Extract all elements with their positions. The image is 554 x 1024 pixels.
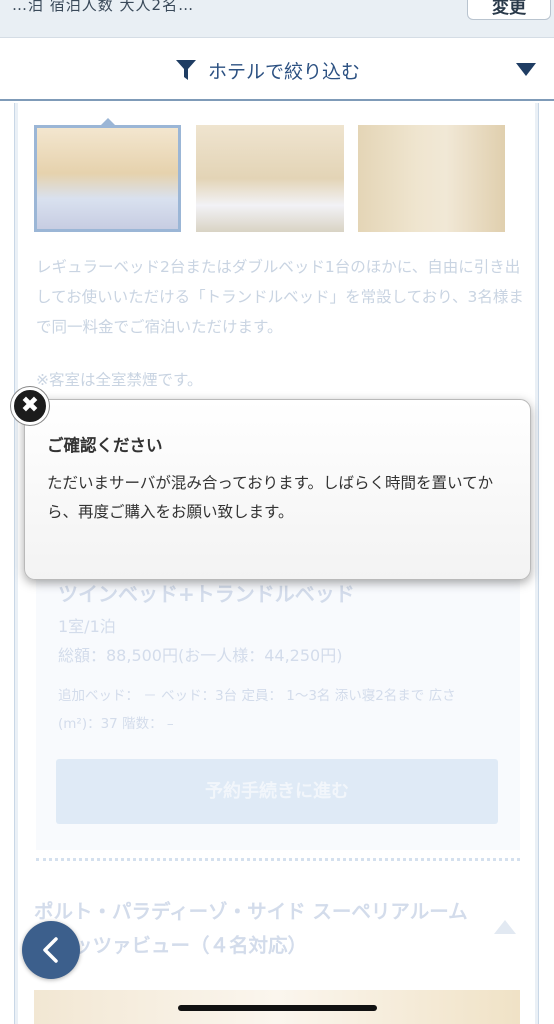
change-button[interactable]: 変更 bbox=[467, 0, 551, 20]
plan-spec: 追加ベッド： － ベッド：3台 定員： 1～3名 添い寝2名まで 広さ(m²)：… bbox=[58, 688, 456, 732]
plan-unit: 1室/1泊 bbox=[58, 617, 116, 636]
room-photo-thumb[interactable] bbox=[196, 125, 344, 232]
home-indicator[interactable] bbox=[178, 1005, 377, 1011]
section-divider bbox=[36, 858, 520, 861]
collapse-arrow-icon[interactable] bbox=[494, 920, 516, 934]
top-bar: …泊 宿泊人数 大人2名… 変更 bbox=[0, 0, 554, 38]
dialog-message: ただいまサーバが混み合っております。しばらく時間を置いてから、再度ご購入をお願い… bbox=[47, 474, 494, 521]
next-room-title[interactable]: ポルト・パラディーゾ・サイド スーペリアルーム ピアッツァビュー（４名対応） bbox=[34, 895, 484, 963]
dropdown-caret-icon[interactable] bbox=[516, 63, 536, 76]
chevron-left-icon bbox=[43, 937, 58, 963]
close-icon[interactable]: ✖ bbox=[11, 387, 49, 425]
reserve-button[interactable]: 予約手続きに進む bbox=[56, 759, 498, 824]
room-photo-thumb[interactable] bbox=[358, 125, 505, 232]
dialog-title: ご確認ください bbox=[47, 436, 163, 455]
hotel-filter-bar[interactable]: ホテルで絞り込む bbox=[0, 39, 554, 101]
plan-total-price: 総額：88,500円(お一人様：44,250円) bbox=[58, 646, 343, 665]
room-description: レギュラーベッド2台またはダブルベッド1台のほかに、自由に引き出してお使いいただ… bbox=[36, 258, 524, 336]
back-button[interactable] bbox=[22, 921, 80, 979]
list-frame-left bbox=[14, 103, 18, 1024]
confirm-dialog: ご確認ください ただいまサーバが混み合っております。しばらく時間を置いてから、再… bbox=[24, 399, 531, 580]
room-photo-thumb[interactable] bbox=[34, 125, 181, 232]
filter-icon bbox=[176, 60, 196, 80]
plan-title: ツインベッド+トランドルベッド bbox=[58, 582, 355, 606]
stay-info-text: …泊 宿泊人数 大人2名… bbox=[12, 0, 195, 14]
filter-label: ホテルで絞り込む bbox=[208, 61, 361, 83]
list-frame-right bbox=[535, 103, 539, 1024]
room-note: ※客室は全室禁煙です。 bbox=[36, 371, 203, 389]
